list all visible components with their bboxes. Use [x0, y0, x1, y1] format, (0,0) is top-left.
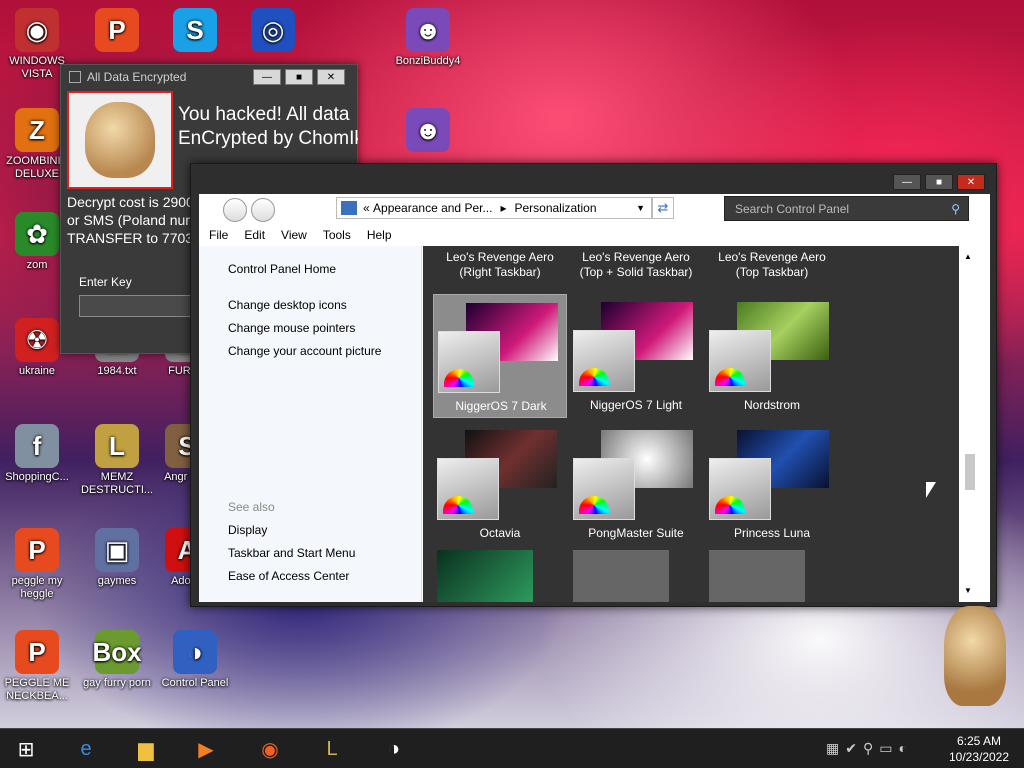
icon-memz[interactable]: L MEMZ DESTRUCTI...: [80, 424, 154, 497]
search-input[interactable]: Search Control Panel ⚲: [724, 196, 969, 221]
theme-leo-right[interactable]: Leo's Revenge Aero (Right Taskbar): [433, 250, 567, 294]
cp-minimize-button[interactable]: —: [893, 174, 921, 190]
internet-explorer-icon[interactable]: e: [66, 732, 106, 766]
sidebar-link-display[interactable]: Display: [228, 523, 267, 537]
enter-key-label: Enter Key: [79, 275, 132, 289]
icon-gay-furry[interactable]: Box gay furry porn: [80, 630, 154, 690]
theme-thumbnail[interactable]: [709, 550, 805, 602]
cp-close-button[interactable]: ✕: [957, 174, 985, 190]
window-icon: [69, 71, 81, 83]
maximize-button[interactable]: ■: [285, 69, 313, 85]
theme-leo-top[interactable]: Leo's Revenge Aero (Top Taskbar): [705, 250, 839, 294]
search-icon[interactable]: ⚲: [951, 202, 960, 216]
forward-button[interactable]: [251, 198, 275, 222]
scroll-down-icon[interactable]: ▼: [964, 586, 972, 595]
system-tray[interactable]: ▦✔⚲▭◐: [826, 740, 913, 757]
minimize-button[interactable]: —: [253, 69, 281, 85]
icon-control-panel[interactable]: ◑ Control Panel: [158, 630, 232, 690]
memz-taskbar-icon[interactable]: L: [312, 732, 352, 766]
hamster-desktop-image: [944, 606, 1006, 706]
breadcrumb-personalization[interactable]: Personalization: [514, 201, 596, 215]
ransom-title: All Data Encrypted: [87, 70, 187, 84]
taskbar: ⊞ e ▆ ▶ ◉ L ◑ ▦✔⚲▭◐ 6:25 AM 10/23/2022: [0, 728, 1024, 768]
control-panel-taskbar-icon[interactable]: ◑: [374, 732, 414, 766]
sidebar: Control Panel Home Change desktop icons …: [199, 246, 422, 602]
theme-pongmaster-suite[interactable]: PongMaster Suite: [569, 422, 703, 546]
theme-leo-top-solid[interactable]: Leo's Revenge Aero (Top + Solid Taskbar): [569, 250, 703, 294]
icon-skype[interactable]: S: [158, 8, 232, 55]
theme-princess-luna[interactable]: Princess Luna: [705, 422, 839, 546]
menu-view[interactable]: View: [281, 228, 307, 242]
menu-file[interactable]: File: [209, 228, 228, 242]
theme-list: Leo's Revenge Aero (Right Taskbar) Leo's …: [423, 246, 959, 602]
cp-maximize-button[interactable]: ■: [925, 174, 953, 190]
media-player-icon[interactable]: ▶: [186, 732, 226, 766]
cp-frame: « Appearance and Per... ▸ Personalizatio…: [199, 194, 990, 602]
icon-globe[interactable]: ◎: [236, 8, 310, 55]
theme-nordstrom[interactable]: Nordstrom: [705, 294, 839, 418]
icon-shopping[interactable]: f ShoppingC...: [0, 424, 74, 484]
sidebar-link-ease-of-access[interactable]: Ease of Access Center: [228, 569, 349, 583]
hamster-image: [67, 91, 173, 189]
scroll-up-icon[interactable]: ▲: [964, 252, 972, 261]
theme-thumbnail[interactable]: [573, 550, 669, 602]
theme-niggeros-7-dark[interactable]: NiggerOS 7 Dark: [433, 294, 567, 418]
clock[interactable]: 6:25 AM 10/23/2022: [944, 733, 1014, 765]
icon-bonzibuddy4[interactable]: ☻ BonziBuddy4: [391, 8, 465, 68]
browser-icon[interactable]: ◉: [250, 732, 290, 766]
menu-bar: File Edit View Tools Help: [199, 224, 990, 246]
refresh-button[interactable]: ⇄: [652, 197, 674, 219]
icon-peggle-me[interactable]: P PEGGLE ME NECKBEA...: [0, 630, 74, 703]
file-explorer-icon[interactable]: ▆: [126, 732, 166, 766]
sidebar-link-account-picture[interactable]: Change your account picture: [228, 344, 381, 358]
menu-edit[interactable]: Edit: [244, 228, 265, 242]
icon-peggle[interactable]: P: [80, 8, 154, 55]
breadcrumb-appearance[interactable]: Appearance and Per...: [373, 201, 492, 215]
back-button[interactable]: [223, 198, 247, 222]
sidebar-link-mouse-pointers[interactable]: Change mouse pointers: [228, 321, 355, 335]
menu-help[interactable]: Help: [367, 228, 392, 242]
icon-peggle-heggle[interactable]: Ppeggle my heggle: [0, 528, 74, 601]
theme-thumbnail[interactable]: [437, 550, 533, 602]
address-bar[interactable]: « Appearance and Per... ▸ Personalizatio…: [336, 197, 652, 219]
menu-tools[interactable]: Tools: [323, 228, 351, 242]
sidebar-link-taskbar[interactable]: Taskbar and Start Menu: [228, 546, 355, 560]
sidebar-link-desktop-icons[interactable]: Change desktop icons: [228, 298, 347, 312]
control-panel-icon: [341, 201, 357, 215]
scroll-thumb[interactable]: [965, 454, 975, 490]
close-button[interactable]: ✕: [317, 69, 345, 85]
icon-gaymes[interactable]: ▣ gaymes: [80, 528, 154, 588]
see-also-heading: See also: [228, 500, 275, 514]
navbar: « Appearance and Per... ▸ Personalizatio…: [199, 194, 990, 224]
dropdown-icon[interactable]: ▼: [636, 203, 645, 213]
start-button[interactable]: ⊞: [6, 732, 46, 766]
theme-octavia[interactable]: Octavia: [433, 422, 567, 546]
icon-bonzi2[interactable]: ☻: [391, 108, 465, 155]
control-panel-window: — ■ ✕ « Appearance and Per... ▸ Personal…: [190, 163, 997, 607]
ransom-headline: You hacked! All data EnCrypted by ChomIk: [178, 104, 358, 149]
mouse-cursor-icon: [926, 482, 936, 498]
theme-niggeros-7-light[interactable]: NiggerOS 7 Light: [569, 294, 703, 418]
sidebar-home-link[interactable]: Control Panel Home: [228, 262, 336, 276]
scrollbar[interactable]: ▲ ▼: [959, 246, 979, 602]
